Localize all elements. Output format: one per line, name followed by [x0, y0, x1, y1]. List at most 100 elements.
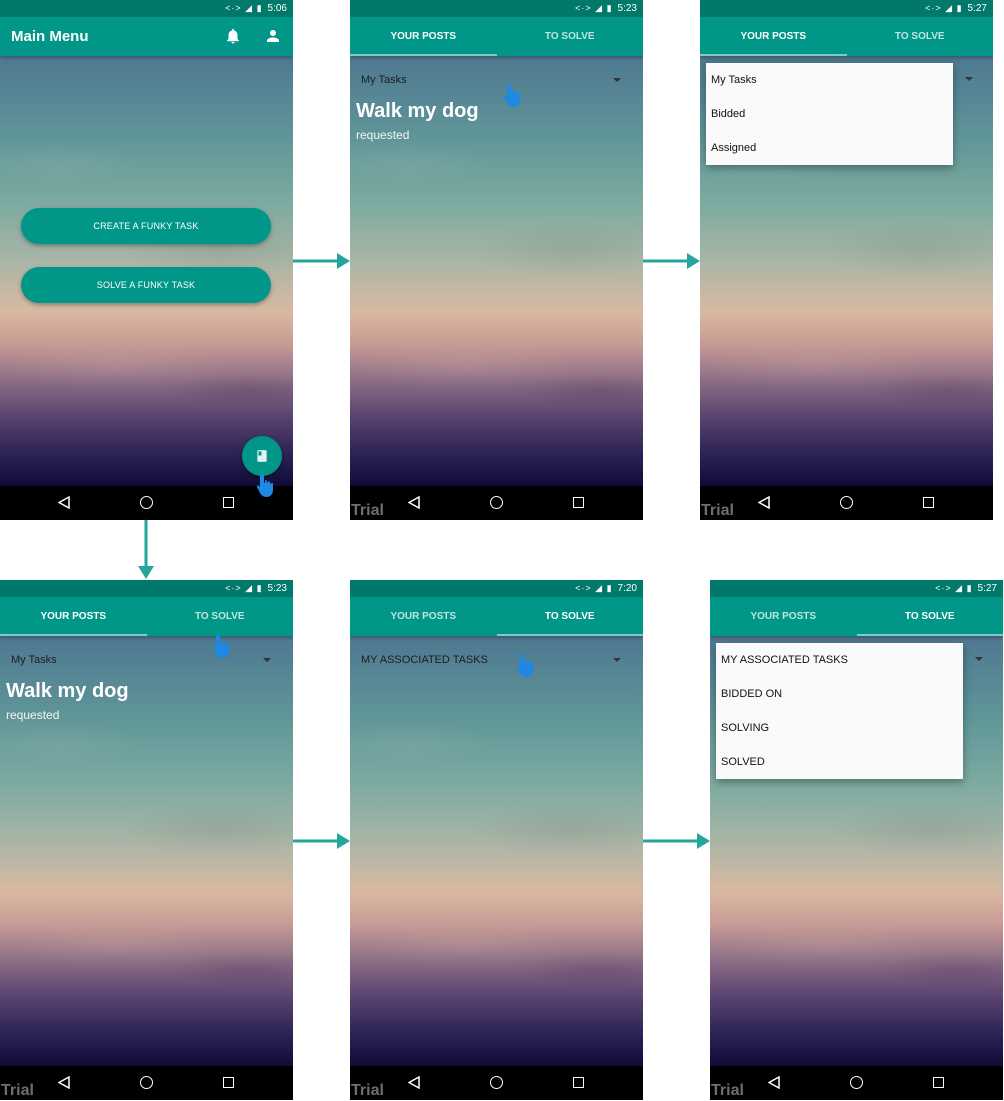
dropdown-option[interactable]: MY ASSOCIATED TASKS: [716, 643, 963, 677]
phone-screen-your-posts: <·> ◢ ▮ 5:23 YOUR POSTS TO SOLVE My Task…: [350, 0, 643, 520]
solve-task-button[interactable]: SOLVE A FUNKY TASK: [21, 267, 271, 303]
phone-screen-to-solve-dropdown: <·> ◢ ▮ 5:27 YOUR POSTS TO SOLVE MY ASSO…: [710, 580, 1003, 1100]
dropdown-option[interactable]: Assigned: [706, 131, 953, 165]
spinner-value: My Tasks: [11, 654, 57, 666]
create-task-button[interactable]: CREATE A FUNKY TASK: [21, 208, 271, 244]
dropdown-option[interactable]: Bidded: [706, 97, 953, 131]
task-filter-spinner[interactable]: My Tasks: [361, 74, 621, 90]
system-nav-bar: [700, 486, 993, 520]
tab-your-posts[interactable]: YOUR POSTS: [0, 597, 147, 636]
status-time: 5:23: [617, 3, 637, 14]
trial-watermark: Trial: [711, 1082, 744, 1099]
app-bar: Main Menu: [0, 17, 293, 56]
profile-icon[interactable]: [264, 27, 282, 45]
home-icon[interactable]: [490, 496, 503, 509]
tasks-fab-button[interactable]: [242, 436, 282, 476]
trial-watermark: Trial: [701, 502, 734, 519]
signal-icon: <·> ◢ ▮: [935, 583, 973, 593]
back-icon[interactable]: [768, 1076, 780, 1089]
home-icon[interactable]: [140, 496, 153, 509]
trial-watermark: Trial: [351, 1082, 384, 1099]
pointer-hand-icon: [212, 635, 229, 658]
task-filter-dropdown: My Tasks Bidded Assigned: [706, 63, 953, 165]
signal-icon: <·> ◢ ▮: [575, 583, 613, 593]
recents-icon[interactable]: [223, 497, 234, 508]
phone-screen-main-menu: <·> ◢ ▮ 5:06 Main Menu CREATE A FUNKY TA…: [0, 0, 293, 520]
signal-icon: <·> ◢ ▮: [925, 3, 963, 13]
dropdown-option[interactable]: SOLVING: [716, 711, 963, 745]
status-time: 5:06: [267, 3, 287, 14]
pointer-hand-icon: [516, 654, 533, 677]
tab-bar: YOUR POSTS TO SOLVE: [350, 17, 643, 56]
back-icon[interactable]: [58, 496, 70, 509]
home-icon[interactable]: [840, 496, 853, 509]
bell-icon[interactable]: [224, 27, 242, 45]
home-icon[interactable]: [140, 1076, 153, 1089]
system-nav-bar: [350, 1066, 643, 1100]
trial-watermark: Trial: [1, 1082, 34, 1099]
tab-to-solve[interactable]: TO SOLVE: [147, 597, 294, 636]
task-title[interactable]: Walk my dog: [356, 100, 479, 123]
spinner-value: My Tasks: [361, 74, 407, 86]
task-status: requested: [356, 128, 410, 142]
dropdown-option[interactable]: SOLVED: [716, 745, 963, 779]
task-filter-dropdown: MY ASSOCIATED TASKS BIDDED ON SOLVING SO…: [716, 643, 963, 779]
task-filter-spinner[interactable]: MY ASSOCIATED TASKS: [361, 654, 621, 670]
phone-screen-to-solve: <·> ◢ ▮ 7:20 YOUR POSTS TO SOLVE MY ASSO…: [350, 580, 643, 1100]
tab-to-solve[interactable]: TO SOLVE: [847, 17, 994, 56]
tab-bar: YOUR POSTS TO SOLVE: [700, 17, 993, 56]
pointer-hand-icon: [503, 84, 520, 107]
system-nav-bar: [350, 486, 643, 520]
back-icon[interactable]: [758, 496, 770, 509]
recents-icon[interactable]: [223, 1077, 234, 1088]
tab-to-solve[interactable]: TO SOLVE: [856, 597, 1004, 636]
status-time: 5:23: [267, 583, 287, 594]
system-nav-bar: [0, 1066, 293, 1100]
trial-watermark: Trial: [351, 502, 384, 519]
flow-arrow-right: [643, 833, 710, 849]
recents-icon[interactable]: [923, 497, 934, 508]
dropdown-arrow-icon: [975, 657, 983, 661]
status-time: 7:20: [617, 583, 637, 594]
dropdown-arrow-icon: [613, 658, 621, 662]
flow-arrow-right: [643, 253, 700, 269]
tab-your-posts[interactable]: YOUR POSTS: [700, 17, 847, 56]
phone-screen-your-posts-dropdown: <·> ◢ ▮ 5:27 YOUR POSTS TO SOLVE My Task…: [700, 0, 993, 520]
recents-icon[interactable]: [933, 1077, 944, 1088]
tab-to-solve[interactable]: TO SOLVE: [497, 17, 644, 56]
tab-your-posts[interactable]: YOUR POSTS: [350, 597, 497, 636]
dropdown-option[interactable]: BIDDED ON: [716, 677, 963, 711]
page-title: Main Menu: [11, 28, 89, 45]
task-status: requested: [6, 708, 60, 722]
signal-icon: <·> ◢ ▮: [575, 3, 613, 13]
recents-icon[interactable]: [573, 1077, 584, 1088]
tab-bar: YOUR POSTS TO SOLVE: [0, 597, 293, 636]
back-icon[interactable]: [408, 1076, 420, 1089]
tab-your-posts[interactable]: YOUR POSTS: [710, 597, 857, 636]
status-time: 5:27: [977, 583, 997, 594]
flow-arrow-right: [293, 833, 350, 849]
recents-icon[interactable]: [573, 497, 584, 508]
status-bar: <·> ◢ ▮ 7:20: [350, 580, 643, 597]
flow-arrow-down: [138, 520, 154, 579]
task-title[interactable]: Walk my dog: [6, 680, 129, 703]
system-nav-bar: [0, 486, 293, 520]
dropdown-arrow-icon: [965, 77, 973, 81]
tab-your-posts[interactable]: YOUR POSTS: [350, 17, 497, 56]
home-icon[interactable]: [490, 1076, 503, 1089]
dropdown-option[interactable]: My Tasks: [706, 63, 953, 97]
tab-to-solve[interactable]: TO SOLVE: [496, 597, 644, 636]
dropdown-arrow-icon: [263, 658, 271, 662]
back-icon[interactable]: [58, 1076, 70, 1089]
status-bar: <·> ◢ ▮ 5:27: [710, 580, 1003, 597]
status-bar: <·> ◢ ▮ 5:06: [0, 0, 293, 17]
signal-icon: <·> ◢ ▮: [225, 583, 263, 593]
home-icon[interactable]: [850, 1076, 863, 1089]
tab-bar: YOUR POSTS TO SOLVE: [710, 597, 1003, 636]
back-icon[interactable]: [408, 496, 420, 509]
task-filter-spinner[interactable]: My Tasks: [11, 654, 271, 670]
status-bar: <·> ◢ ▮ 5:23: [350, 0, 643, 17]
book-icon: [257, 450, 267, 462]
flow-arrow-right: [293, 253, 350, 269]
status-time: 5:27: [967, 3, 987, 14]
